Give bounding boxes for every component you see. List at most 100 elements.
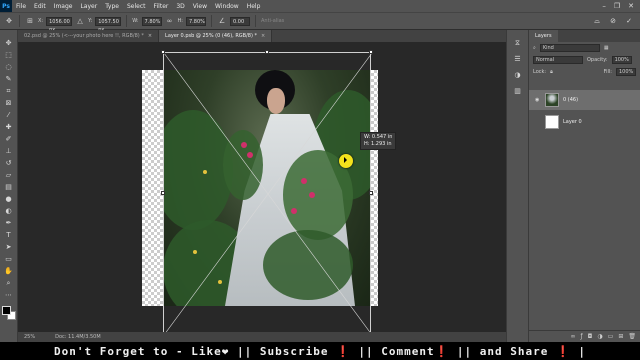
color-swatches[interactable] [1,306,16,320]
cancel-transform-icon[interactable]: ⊘ [608,16,618,26]
close-window-button[interactable]: ✕ [628,2,634,10]
x-position-field[interactable]: 1056.00 px [46,16,73,33]
frame-tool-icon[interactable]: ⊠ [3,98,15,108]
transparent-area [371,70,378,306]
filter-icon[interactable]: ▦ [604,45,609,51]
foreground-color-chip[interactable] [1,306,11,315]
quick-select-tool-icon[interactable]: ✎ [3,74,15,84]
yellow-flower [218,280,222,284]
tab-layers[interactable]: Layers [529,30,558,42]
zoom-tool-icon[interactable]: ⌕ [3,278,15,288]
dodge-tool-icon[interactable]: ◐ [3,206,15,216]
history-brush-tool-icon[interactable]: ↺ [3,158,15,168]
width-field[interactable]: 7.80% [141,16,162,26]
crop-tool-icon[interactable]: ⌗ [3,86,15,96]
visibility-eye-icon[interactable]: ◉ [535,97,541,103]
menu-window[interactable]: Window [211,3,243,10]
doc-size[interactable]: Doc: 11.4M/3.50M [55,334,101,340]
h-label: H: [177,18,183,24]
group-icon[interactable]: ▭ [608,333,614,340]
mask-icon[interactable]: ◘ [588,333,593,340]
transform-handle-top-left[interactable] [161,50,165,54]
libraries-panel-icon[interactable]: ▥ [512,86,524,96]
link-icon[interactable]: ∞ [165,16,175,26]
adjustments-panel-icon[interactable]: ◑ [512,70,524,80]
menu-filter[interactable]: Filter [150,3,173,10]
blend-mode-select[interactable]: Normal [533,56,583,64]
tab-layer0-psb[interactable]: Layer 0.psb @ 25% (0 (46), RGB/8) * × [159,30,273,42]
pink-flower [301,178,307,184]
close-tab-icon[interactable]: × [261,33,265,39]
document-canvas[interactable] [142,70,378,306]
y-position-field[interactable]: 1057.50 px [95,16,122,33]
blur-tool-icon[interactable]: ● [3,194,15,204]
more-tools-icon[interactable]: ⋯ [3,290,15,300]
tab-label: Layer 0.psb @ 25% (0 (46), RGB/8) * [165,33,258,39]
close-tab-icon[interactable]: × [148,33,152,39]
menu-layer[interactable]: Layer [76,3,101,10]
move-tool-preset-icon[interactable]: ✥ [4,16,14,26]
adjustment-layer-icon[interactable]: ◑ [597,333,602,340]
gradient-tool-icon[interactable]: ▤ [3,182,15,192]
photo-layer[interactable] [163,70,371,306]
transparent-area [142,70,163,306]
photoshop-logo: Ps [0,0,12,12]
panel-tabs: Layers [529,30,640,42]
lasso-tool-icon[interactable]: ◌ [3,62,15,72]
layer-row-0-46[interactable]: ◉ 0 (46) [529,90,640,110]
layer-row-layer-0[interactable]: Layer 0 [529,112,640,132]
menu-file[interactable]: File [12,3,30,10]
layer-search-field[interactable]: Kind [539,44,600,52]
link-layers-icon[interactable]: ∞ [571,333,576,340]
layer-thumbnail [545,93,559,107]
history-panel-icon[interactable]: ⧖ [512,38,524,48]
path-selection-tool-icon[interactable]: ➤ [3,242,15,252]
menu-3d[interactable]: 3D [172,3,188,10]
layer-name: Layer 0 [563,119,582,125]
healing-brush-tool-icon[interactable]: ✚ [3,122,15,132]
properties-panel-icon[interactable]: ☰ [512,54,524,64]
delta-icon[interactable]: △ [75,16,85,26]
warp-icon[interactable]: ⌓ [592,16,602,26]
menu-image[interactable]: Image [50,3,77,10]
search-icon: ⌕ [533,45,536,51]
readout-height: H: 1.293 in [364,141,392,147]
canvas-area[interactable]: W: 0.547 in H: 1.293 in [18,42,506,332]
opacity-field[interactable]: 100% [611,56,632,64]
minimize-button[interactable]: – [602,2,606,10]
menu-help[interactable]: Help [243,3,265,10]
trash-icon[interactable]: 🗑︎ [628,333,636,340]
marquee-tool-icon[interactable]: ⬚ [3,50,15,60]
type-tool-icon[interactable]: T [3,230,15,240]
pink-flower [309,192,315,198]
fx-icon[interactable]: ƒ [581,333,583,340]
reference-point-icon[interactable]: ⊞ [25,16,35,26]
restore-button[interactable]: ❐ [614,2,620,10]
clone-stamp-tool-icon[interactable]: ⊥ [3,146,15,156]
antialias-label[interactable]: Anti-alias [261,18,284,24]
transform-handle-top-right[interactable] [369,50,373,54]
height-field[interactable]: 7.80% [186,16,206,26]
menu-type[interactable]: Type [101,3,123,10]
tab-02-psd[interactable]: 02.psd @ 25% (<---your photo here !!, RG… [18,30,160,42]
menu-edit[interactable]: Edit [30,3,50,10]
yellow-flower [203,170,207,174]
lock-label: Lock: [533,69,547,75]
commit-transform-icon[interactable]: ✓ [624,16,634,26]
eraser-tool-icon[interactable]: ▱ [3,170,15,180]
menu-select[interactable]: Select [123,3,150,10]
hand-tool-icon[interactable]: ✋ [3,266,15,276]
rectangle-tool-icon[interactable]: ▭ [3,254,15,264]
transform-handle-top[interactable] [265,50,269,54]
angle-field[interactable]: 0.00 [230,16,250,26]
zoom-level[interactable]: 25% [24,334,35,340]
eyedropper-tool-icon[interactable]: ⁄ [3,110,15,120]
pen-tool-icon[interactable]: ✒ [3,218,15,228]
fill-field[interactable]: 100% [616,68,636,76]
move-tool-icon[interactable]: ✥ [3,38,15,48]
menu-view[interactable]: View [189,3,211,10]
new-layer-icon[interactable]: ⊞ [618,333,623,340]
lock-icon[interactable]: 🔒︎ [550,69,553,75]
w-label: W: [132,18,139,24]
brush-tool-icon[interactable]: ✐ [3,134,15,144]
